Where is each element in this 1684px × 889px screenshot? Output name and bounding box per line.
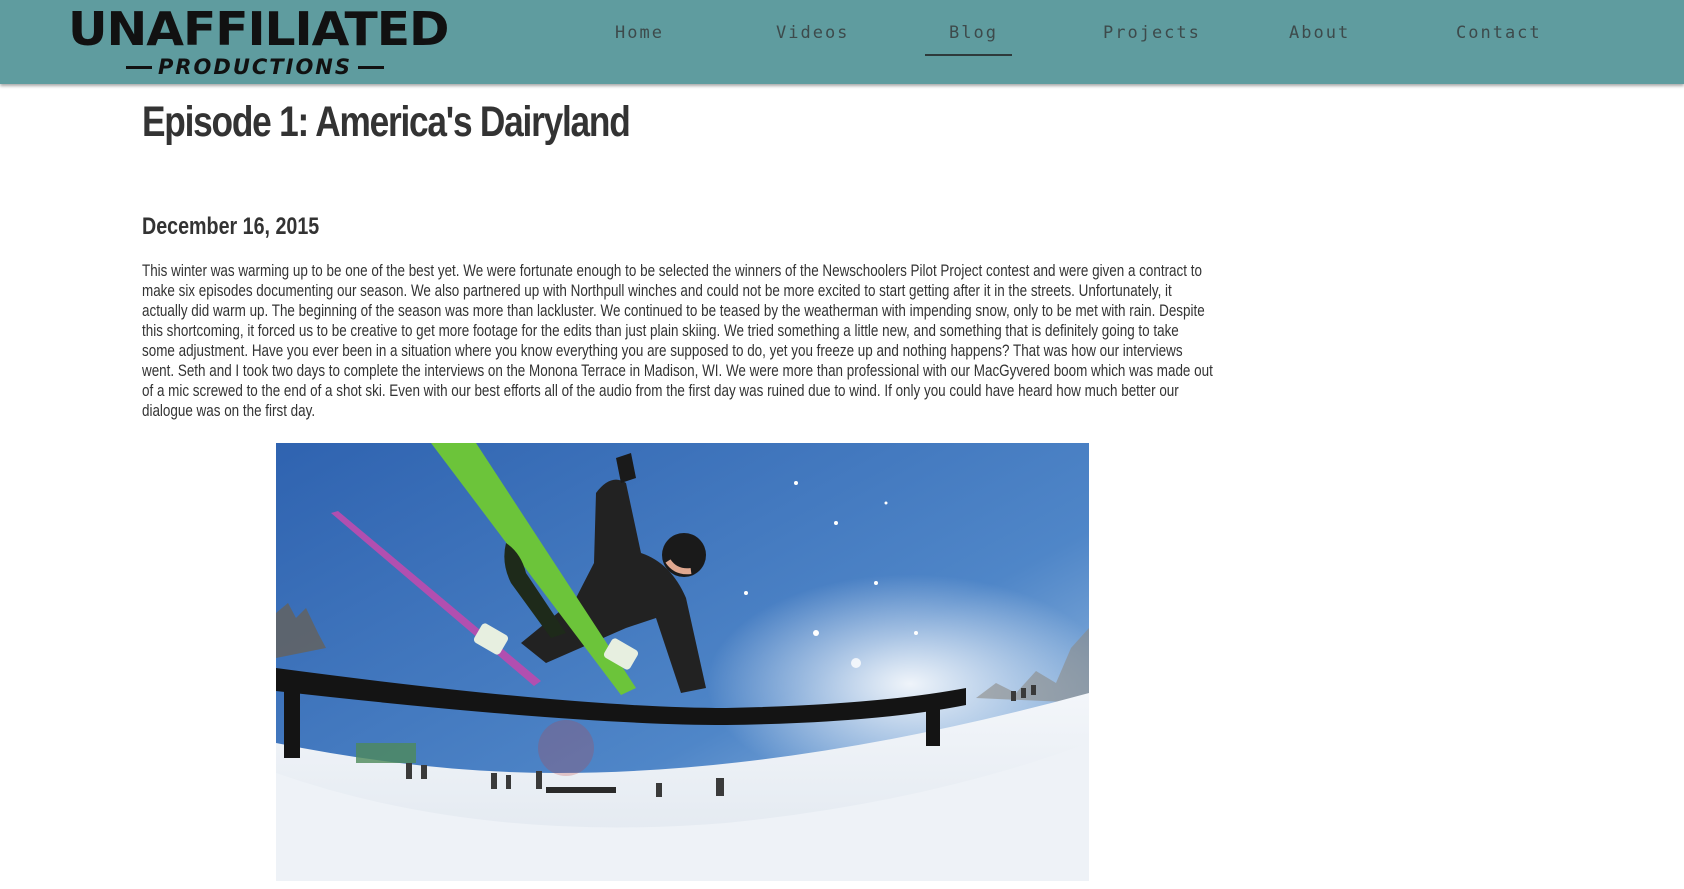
nav-active-underline xyxy=(925,54,1012,56)
nav-videos[interactable]: Videos xyxy=(776,23,849,43)
post-title: Episode 1: America's Dairyland xyxy=(142,98,631,146)
post-photo-skier-on-rail xyxy=(276,443,1089,881)
post-date: December 16, 2015 xyxy=(142,213,320,240)
nav-home[interactable]: Home xyxy=(615,23,664,43)
nav-projects[interactable]: Projects xyxy=(1103,23,1201,43)
post-body: This winter was warming up to be one of … xyxy=(142,261,1213,420)
main-nav: Home Videos Blog Projects About Contact xyxy=(0,0,1684,84)
photo-illustration xyxy=(276,443,1089,881)
nav-blog[interactable]: Blog xyxy=(949,23,998,43)
site-header: UNAFFILIATED PRODUCTIONS Home Videos Blo… xyxy=(0,0,1684,84)
nav-about[interactable]: About xyxy=(1289,23,1350,43)
nav-contact[interactable]: Contact xyxy=(1456,23,1542,43)
